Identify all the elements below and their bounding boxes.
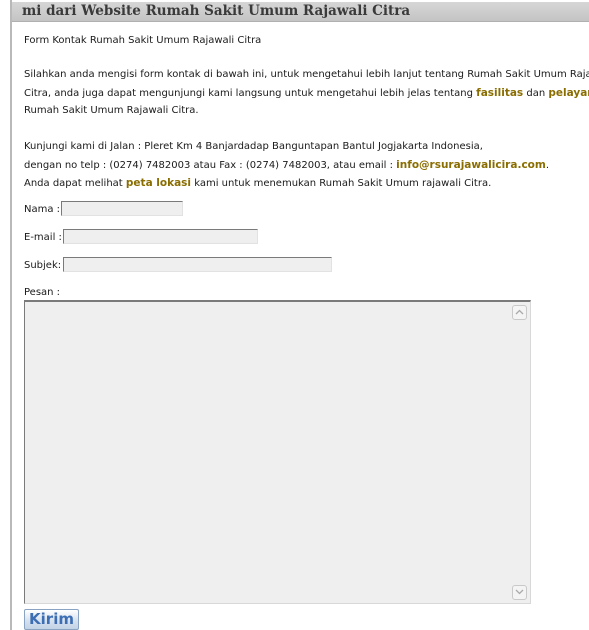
chevron-down-icon[interactable] bbox=[512, 585, 527, 600]
kirim-button[interactable]: Kirim bbox=[24, 609, 79, 630]
intro-line-2: Citra, anda juga dapat mengunjungi kami … bbox=[24, 84, 589, 103]
intro-line-2-text: Citra, anda juga dapat mengunjungi kami … bbox=[24, 88, 477, 99]
subjek-label: Subjek: bbox=[24, 260, 62, 271]
phone-line: dengan no telp : (0274) 7482003 atau Fax… bbox=[24, 156, 549, 175]
pelayanan-link[interactable]: pelayanan bbox=[548, 87, 589, 99]
email-link[interactable]: info@rsurajawalicira.com bbox=[396, 159, 546, 171]
intro-line-2-conj: dan bbox=[523, 88, 549, 99]
left-border-line bbox=[10, 0, 12, 630]
fasilitas-link[interactable]: fasilitas bbox=[476, 87, 523, 99]
form-heading: Form Kontak Rumah Sakit Umum Rajawali Ci… bbox=[24, 35, 262, 46]
phone-text-end: . bbox=[545, 160, 550, 171]
pesan-label: Pesan : bbox=[24, 287, 61, 298]
page-title-bar: mi dari Website Rumah Sakit Umum Rajawal… bbox=[12, 2, 589, 22]
map-line: Anda dapat melihat peta lokasi kami untu… bbox=[24, 174, 491, 193]
map-text-end: kami untuk menemukan Rumah Sakit Umum ra… bbox=[191, 178, 492, 189]
nama-label: Nama : bbox=[24, 204, 61, 215]
phone-text: dengan no telp : (0274) 7482003 atau Fax… bbox=[24, 160, 397, 171]
email-label: E-mail : bbox=[24, 232, 62, 243]
intro-line-3: Rumah Sakit Umum Rajawali Citra. bbox=[24, 105, 199, 116]
email-field[interactable] bbox=[63, 229, 258, 244]
address-line: Kunjungi kami di Jalan : Pleret Km 4 Ban… bbox=[24, 141, 483, 152]
intro-line-1: Silahkan anda mengisi form kontak di baw… bbox=[24, 69, 589, 80]
chevron-up-icon[interactable] bbox=[512, 305, 527, 320]
nama-input[interactable] bbox=[61, 201, 183, 216]
peta-lokasi-link[interactable]: peta lokasi bbox=[126, 177, 191, 189]
map-text: Anda dapat melihat bbox=[24, 178, 126, 189]
page-title: mi dari Website Rumah Sakit Umum Rajawal… bbox=[22, 3, 411, 19]
pesan-textarea[interactable] bbox=[24, 300, 531, 604]
subjek-input[interactable] bbox=[63, 257, 332, 272]
textarea-scrollbar[interactable] bbox=[512, 305, 528, 600]
